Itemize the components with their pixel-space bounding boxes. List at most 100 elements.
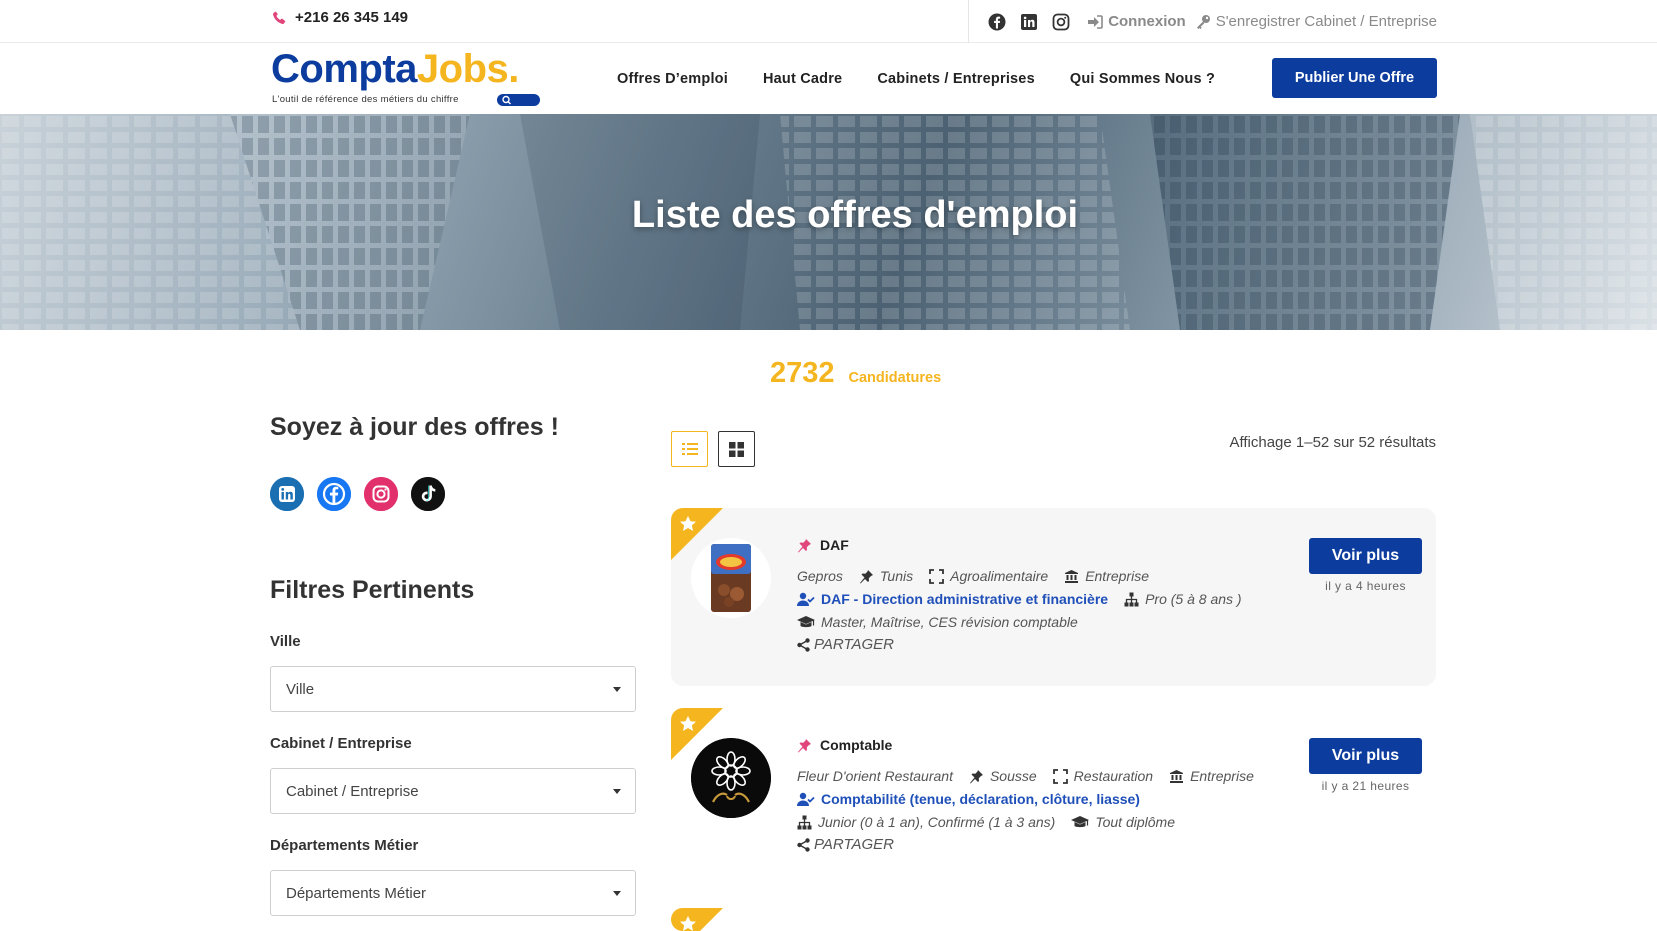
job-department[interactable]: Comptabilité (tenue, déclaration, clôtur… [797, 791, 1140, 807]
logo-tagline: L'outil de référence des métiers du chif… [272, 94, 459, 105]
instagram-icon[interactable] [1052, 13, 1070, 31]
expand-icon [929, 568, 945, 584]
site-logo[interactable]: ComptaJobs. L'outil de référence des mét… [271, 49, 543, 107]
nav-cabinets-entreprises[interactable]: Cabinets / Entreprises [877, 71, 1035, 87]
login-link[interactable]: Connexion [1087, 13, 1186, 30]
job-level: Junior (0 à 1 an), Confirmé (1 à 3 ans) [797, 814, 1055, 830]
linkedin-icon[interactable] [270, 477, 304, 511]
filter-ville-select[interactable]: Ville [270, 666, 636, 712]
share-label: PARTAGER [814, 636, 895, 653]
filter-ville-label: Ville [270, 633, 301, 650]
instagram-icon[interactable] [364, 477, 398, 511]
pin-icon [798, 538, 811, 552]
posted-time: il y a 21 heures [1321, 779, 1410, 793]
filter-departements-label: Départements Métier [270, 837, 419, 854]
filters-title: Filtres Pertinents [270, 576, 475, 604]
phone-contact[interactable]: +216 26 345 149 [272, 9, 408, 26]
job-diploma: Tout diplôme [1071, 814, 1175, 830]
job-meta-row: Master, Maîtrise, CES révision comptable [797, 614, 1094, 630]
graduation-cap-icon [797, 615, 815, 627]
job-diploma-text: Master, Maîtrise, CES révision comptable [821, 614, 1078, 630]
divider [968, 0, 970, 43]
top-right-links: Connexion S'enregistrer Cabinet / Entrep… [968, 0, 1437, 43]
job-title[interactable]: Comptable [797, 737, 892, 753]
share-button[interactable]: PARTAGER [797, 636, 894, 653]
applications-counter: 2732 Candidatures [770, 357, 941, 390]
job-title-text: DAF [820, 537, 849, 553]
job-diploma: Master, Maîtrise, CES révision comptable [797, 614, 1078, 630]
applications-count: 2732 [770, 357, 835, 389]
facebook-icon[interactable] [317, 477, 351, 511]
voir-plus-button[interactable]: Voir plus [1309, 538, 1422, 574]
login-label: Connexion [1108, 13, 1186, 30]
featured-star-icon [671, 908, 723, 931]
posted-time: il y a 4 heures [1325, 579, 1406, 593]
company-logo-fleur-dorient [691, 738, 771, 818]
job-level-text: Junior (0 à 1 an), Confirmé (1 à 3 ans) [818, 814, 1056, 830]
filter-cabinet-select[interactable]: Cabinet / Entreprise [270, 768, 636, 814]
main-header: ComptaJobs. L'outil de référence des mét… [0, 43, 1657, 114]
company-name[interactable]: Gepros [797, 568, 843, 584]
main-nav: Offres D’emploi Haut Cadre Cabinets / En… [617, 43, 1250, 114]
publish-offer-button[interactable]: Publier Une Offre [1272, 58, 1437, 98]
expand-icon [1052, 768, 1068, 784]
hero-banner: Liste des offres d'emploi [0, 114, 1657, 330]
caret-down-icon [613, 687, 621, 692]
job-company-type: Entreprise [1169, 768, 1254, 784]
sign-in-icon [1088, 14, 1103, 29]
filter-ville-value: Ville [286, 680, 315, 698]
applications-label: Candidatures [848, 370, 942, 386]
job-meta-row: Fleur D'orient Restaurant Sousse Restaur… [797, 768, 1270, 784]
sitemap-icon [797, 815, 812, 829]
job-level: Pro (5 à 8 ans ) [1124, 591, 1242, 607]
job-city-text: Sousse [989, 768, 1037, 784]
page-title: Liste des offres d'emploi [631, 194, 1079, 236]
job-department[interactable]: DAF - Direction administrative et financ… [797, 591, 1108, 607]
job-title[interactable]: DAF [797, 537, 849, 553]
job-meta-row: Comptabilité (tenue, déclaration, clôtur… [797, 791, 1156, 807]
pin-icon [798, 738, 811, 752]
job-sector-text: Agroalimentaire [950, 568, 1049, 584]
results-summary: Affichage 1–52 sur 52 résultats [1229, 434, 1436, 451]
logo-text-jobs: Jobs. [416, 47, 519, 91]
linkedin-icon[interactable] [1020, 13, 1038, 31]
job-card[interactable]: DAF Gepros Tunis Agroalimentaire Entrepr… [671, 508, 1436, 686]
voir-plus-button[interactable]: Voir plus [1309, 738, 1422, 774]
grid-view-button[interactable] [718, 431, 755, 467]
thumbtack-icon [969, 769, 983, 783]
job-company-type: Entreprise [1064, 568, 1149, 584]
job-city: Sousse [969, 768, 1037, 784]
nav-offres-emploi[interactable]: Offres D’emploi [617, 71, 728, 87]
list-view-button[interactable] [671, 431, 708, 467]
nav-haut-cadre[interactable]: Haut Cadre [763, 71, 842, 87]
register-link[interactable]: S'enregistrer Cabinet / Entreprise [1196, 13, 1437, 30]
job-company-type-text: Entreprise [1085, 568, 1149, 584]
sitemap-icon [1124, 592, 1139, 606]
filter-departements-value: Départements Métier [286, 884, 427, 902]
share-button[interactable]: PARTAGER [797, 836, 894, 853]
share-icon [797, 837, 810, 852]
phone-number: +216 26 345 149 [295, 9, 409, 26]
company-name[interactable]: Fleur D'orient Restaurant [797, 768, 953, 784]
job-city-text: Tunis [879, 568, 914, 584]
job-card[interactable]: Comptable Fleur D'orient Restaurant Sous… [671, 708, 1436, 886]
logo-text-compta: Compta [271, 47, 417, 91]
key-icon [1196, 15, 1210, 29]
social-links [270, 477, 445, 511]
filter-departements-select[interactable]: Départements Métier [270, 870, 636, 916]
list-icon [681, 443, 698, 455]
top-bar: +216 26 345 149 Connexion S'enregistrer … [0, 0, 1657, 43]
nav-qui-sommes-nous[interactable]: Qui Sommes Nous ? [1070, 71, 1215, 87]
register-label: S'enregistrer Cabinet / Entreprise [1215, 13, 1437, 30]
job-company-type-text: Entreprise [1190, 768, 1254, 784]
user-check-icon [797, 792, 815, 806]
caret-down-icon [613, 789, 621, 794]
job-meta-row: Junior (0 à 1 an), Confirmé (1 à 3 ans) … [797, 814, 1191, 830]
facebook-icon[interactable] [988, 13, 1006, 31]
tiktok-icon[interactable] [411, 477, 445, 511]
phone-icon [272, 11, 286, 25]
job-meta-row: DAF - Direction administrative et financ… [797, 591, 1258, 607]
share-label: PARTAGER [814, 836, 895, 853]
caret-down-icon [613, 891, 621, 896]
job-card[interactable] [671, 908, 1436, 931]
